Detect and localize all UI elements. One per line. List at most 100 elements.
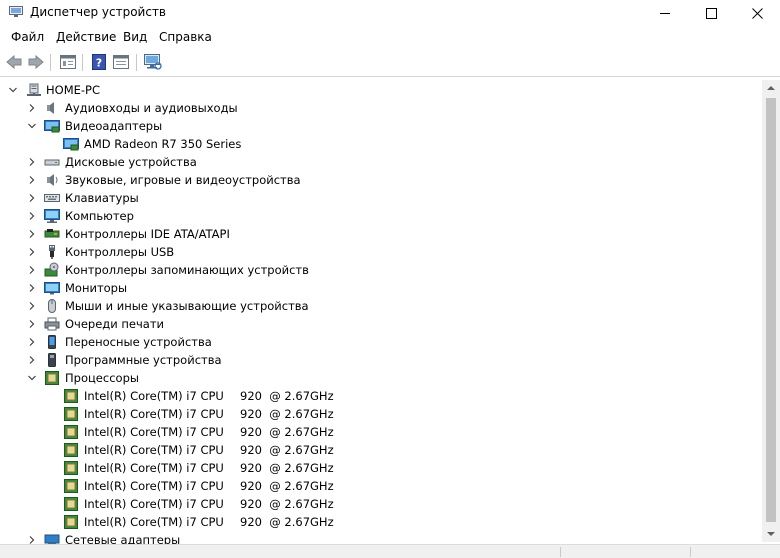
processor-icon: [45, 371, 59, 385]
menu-file[interactable]: Файл: [11, 30, 44, 44]
cpu-name: Intel(R) Core(TM) i7 CPU: [84, 443, 224, 457]
menu-action[interactable]: Действие: [56, 30, 116, 44]
speaker-icon: [47, 174, 58, 186]
processor-icon: [64, 389, 78, 403]
tree-root[interactable]: HOME-PC: [0, 81, 760, 99]
keyboard-icon: [44, 194, 60, 202]
maximize-button[interactable]: [688, 0, 734, 26]
scroll-up-arrow-icon[interactable]: [766, 84, 776, 92]
tree-category[interactable]: Переносные устройства: [0, 333, 760, 351]
tree-category[interactable]: Мыши и иные указывающие устройства: [0, 297, 760, 315]
processor-icon: [64, 425, 78, 439]
menu-help[interactable]: Справка: [159, 30, 212, 44]
tree-category-label: Контроллеры запоминающих устройств: [65, 263, 309, 277]
chevron-down-icon[interactable]: [27, 373, 37, 383]
tree-device[interactable]: Intel(R) Core(TM) i7 CPU 920 @ 2.67GHz: [0, 513, 760, 531]
chevron-right-icon[interactable]: [27, 247, 37, 257]
chevron-right-icon[interactable]: [27, 355, 37, 365]
audio-io-icon: [47, 102, 54, 114]
toolbar: ?: [0, 50, 780, 77]
tree-category[interactable]: Клавиатуры: [0, 189, 760, 207]
processor-icon: [64, 443, 78, 457]
tree-category-label: Контроллеры USB: [65, 245, 175, 259]
scan-hardware-button[interactable]: [143, 52, 163, 72]
tree-device-label: AMD Radeon R7 350 Series: [84, 137, 242, 151]
vertical-scrollbar-thumb[interactable]: [766, 98, 776, 522]
menu-view[interactable]: Вид: [123, 30, 147, 44]
cpu-speed: 920 @ 2.67GHz: [240, 407, 334, 421]
minimize-button[interactable]: [642, 0, 688, 26]
chevron-right-icon[interactable]: [27, 265, 37, 275]
tree-category[interactable]: Компьютер: [0, 207, 760, 225]
tree-category-label: Мыши и иные указывающие устройства: [65, 299, 309, 313]
help-icon: ?: [92, 54, 106, 70]
ide-controller-icon: [44, 229, 60, 238]
printer-icon: [44, 317, 60, 331]
processor-icon: [64, 497, 78, 511]
tree-category-label: Видеоадаптеры: [65, 119, 163, 133]
forward-button[interactable]: [26, 52, 46, 72]
processor-icon: [64, 407, 78, 421]
usb-icon: [49, 245, 55, 259]
tree-device[interactable]: Intel(R) Core(TM) i7 CPU 920 @ 2.67GHz: [0, 441, 760, 459]
tree-category[interactable]: Мониторы: [0, 279, 760, 297]
properties-button[interactable]: [58, 52, 78, 72]
tree-category-label: Клавиатуры: [65, 191, 139, 205]
chevron-right-icon[interactable]: [27, 175, 37, 185]
device-manager-app-icon: [9, 6, 23, 17]
tree-category[interactable]: Видеоадаптеры: [0, 117, 760, 135]
tree-category[interactable]: Контроллеры запоминающих устройств: [0, 261, 760, 279]
chevron-down-icon[interactable]: [8, 85, 18, 95]
cpu-name: Intel(R) Core(TM) i7 CPU: [84, 389, 224, 403]
tree-category[interactable]: Контроллеры USB: [0, 243, 760, 261]
scan-hardware-icon: [144, 54, 162, 70]
tree-category[interactable]: Контроллеры IDE ATA/ATAPI: [0, 225, 760, 243]
tree-device[interactable]: Intel(R) Core(TM) i7 CPU 920 @ 2.67GHz: [0, 405, 760, 423]
properties-icon: [60, 55, 76, 69]
tree-category-label: Контроллеры IDE ATA/ATAPI: [65, 227, 230, 241]
tree-category[interactable]: Аудиовходы и аудиовыходы: [0, 99, 760, 117]
cpu-name: Intel(R) Core(TM) i7 CPU: [84, 497, 224, 511]
chevron-right-icon[interactable]: [27, 229, 37, 239]
chevron-right-icon[interactable]: [27, 283, 37, 293]
chevron-right-icon[interactable]: [27, 211, 37, 221]
tree-category-label: Очереди печати: [65, 317, 164, 331]
tree-category[interactable]: Очереди печати: [0, 315, 760, 333]
software-device-icon: [48, 353, 56, 367]
svg-text:?: ?: [96, 57, 102, 70]
tree-device[interactable]: Intel(R) Core(TM) i7 CPU 920 @ 2.67GHz: [0, 495, 760, 513]
chevron-right-icon[interactable]: [27, 103, 37, 113]
tree-device[interactable]: AMD Radeon R7 350 Series: [0, 135, 760, 153]
chevron-right-icon[interactable]: [27, 337, 37, 347]
chevron-down-icon[interactable]: [27, 121, 37, 131]
window-title: Диспетчер устройств: [30, 5, 167, 19]
tree-category-label: Аудиовходы и аудиовыходы: [65, 101, 238, 115]
tree-category[interactable]: Процессоры: [0, 369, 760, 387]
chevron-right-icon[interactable]: [27, 301, 37, 311]
processor-icon: [64, 461, 78, 475]
chevron-right-icon[interactable]: [27, 319, 37, 329]
tree-device[interactable]: Intel(R) Core(TM) i7 CPU 920 @ 2.67GHz: [0, 477, 760, 495]
minimize-icon: [660, 13, 670, 14]
menu-bar: Файл Действие Вид Справка: [0, 28, 780, 48]
tree-device[interactable]: Intel(R) Core(TM) i7 CPU 920 @ 2.67GHz: [0, 423, 760, 441]
tree-category-label: Переносные устройства: [65, 335, 212, 349]
close-icon: [751, 7, 763, 19]
portable-device-icon: [48, 335, 56, 349]
display-adapter-icon: [63, 138, 79, 151]
tree-category[interactable]: Дисковые устройства: [0, 153, 760, 171]
chevron-right-icon[interactable]: [27, 157, 37, 167]
close-button[interactable]: [734, 0, 780, 26]
tree-device[interactable]: Intel(R) Core(TM) i7 CPU 920 @ 2.67GHz: [0, 387, 760, 405]
tree-device[interactable]: Intel(R) Core(TM) i7 CPU 920 @ 2.67GHz: [0, 459, 760, 477]
back-button[interactable]: [4, 52, 24, 72]
tree-category[interactable]: Звуковые, игровые и видеоустройства: [0, 171, 760, 189]
computer-root-icon: [27, 83, 41, 96]
tree-category[interactable]: Программные устройства: [0, 351, 760, 369]
help-button[interactable]: ?: [89, 52, 109, 72]
view-options-button[interactable]: [111, 52, 131, 72]
back-arrow-icon: [6, 55, 22, 69]
chevron-right-icon[interactable]: [27, 193, 37, 203]
scroll-down-arrow-icon[interactable]: [766, 530, 776, 538]
processor-icon: [64, 515, 78, 529]
